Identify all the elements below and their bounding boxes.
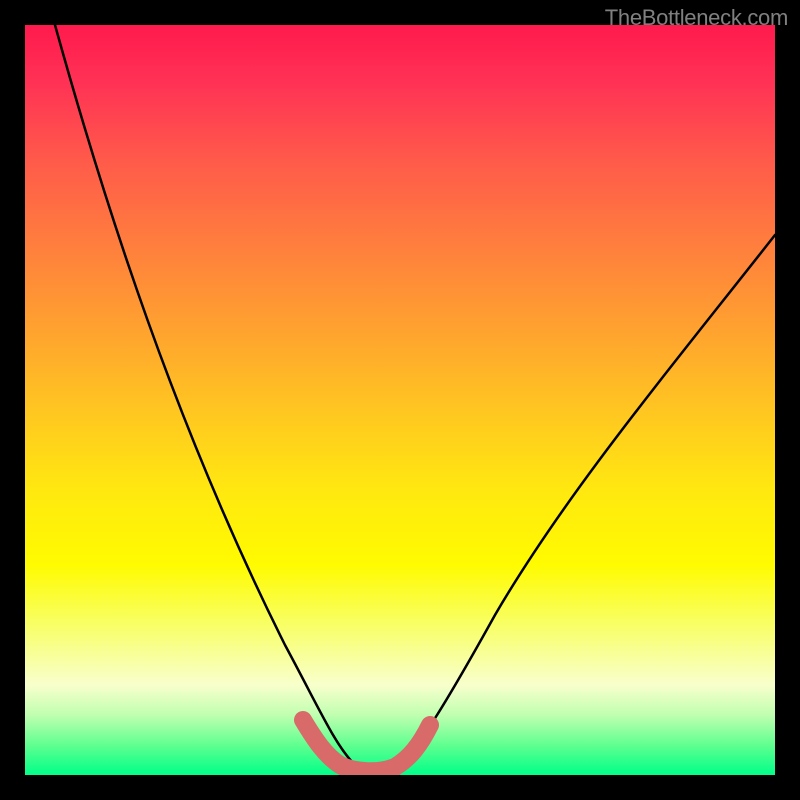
chart-svg [25,25,775,775]
watermark-text: TheBottleneck.com [605,5,788,31]
bottleneck-curve [55,25,775,771]
optimal-region-curve [303,720,430,771]
chart-container: TheBottleneck.com [0,0,800,800]
plot-area [25,25,775,775]
